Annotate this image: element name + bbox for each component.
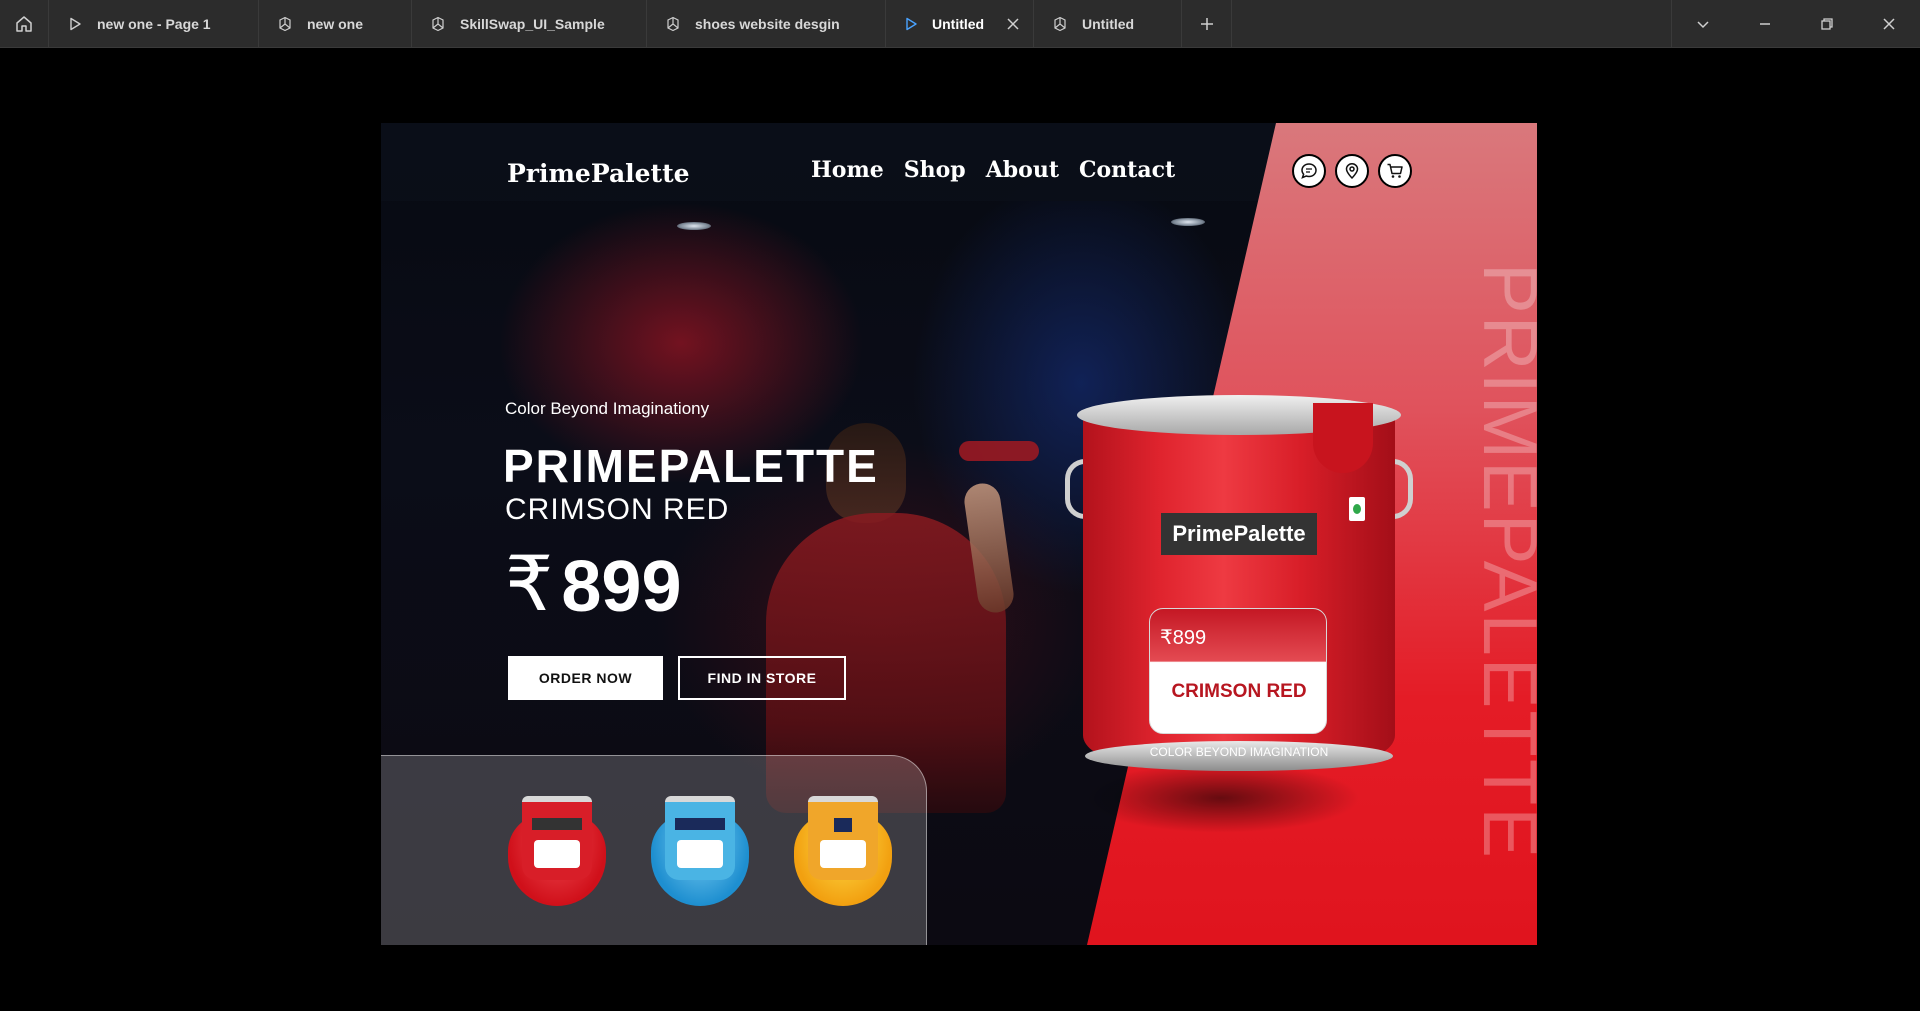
restore-icon xyxy=(1821,17,1833,30)
tab-new-one[interactable]: new one xyxy=(259,0,412,47)
tab-label: SkillSwap_UI_Sample xyxy=(460,15,605,32)
figma-file-icon xyxy=(277,16,293,32)
swatch-sunflower-yellow[interactable] xyxy=(794,796,892,908)
can-price: ₹899 xyxy=(1160,627,1207,649)
nav-contact[interactable]: Contact xyxy=(1079,157,1175,183)
tab-untitled[interactable]: Untitled xyxy=(1034,0,1182,47)
main-nav: Home Shop About Contact xyxy=(811,157,1175,183)
mini-label xyxy=(677,840,723,868)
cart-icon xyxy=(1387,163,1403,178)
minimize-icon xyxy=(1760,22,1770,25)
swatch-sky-blue[interactable] xyxy=(651,796,749,908)
tab-label: new one - Page 1 xyxy=(97,15,211,32)
nav-shop[interactable]: Shop xyxy=(904,157,966,183)
tab-label: new one xyxy=(307,15,364,32)
chat-button[interactable] xyxy=(1292,154,1326,188)
mini-label xyxy=(534,840,580,868)
close-icon[interactable] xyxy=(1006,16,1020,32)
tab-label: Untitled xyxy=(1082,15,1135,32)
mini-can-image xyxy=(808,796,878,880)
tab-label: Untitled xyxy=(932,15,985,32)
can-label: ₹899 CRIMSON RED xyxy=(1149,608,1327,734)
mini-can-image xyxy=(665,796,735,880)
tab-shoes-website-desgin[interactable]: shoes website desgin xyxy=(647,0,886,47)
tab-label: shoes website desgin xyxy=(695,15,840,32)
chat-icon xyxy=(1301,163,1317,179)
plus-icon xyxy=(1200,17,1213,30)
can-color-name: CRIMSON RED xyxy=(1171,681,1307,702)
restore-button[interactable] xyxy=(1796,0,1858,47)
location-pin-icon xyxy=(1345,163,1359,180)
titlebar-spacer xyxy=(1232,0,1671,47)
hero-subtitle: CRIMSON RED xyxy=(505,493,730,526)
ceiling-light xyxy=(677,222,711,230)
window-controls xyxy=(1671,0,1920,47)
figma-file-icon xyxy=(1052,16,1068,32)
close-icon xyxy=(1883,17,1895,30)
swatch-tray xyxy=(381,755,927,945)
rupee-symbol: ₹ xyxy=(505,542,554,627)
prototype-canvas: PRIMEPALETTE PrimePalette Home Shop Abou… xyxy=(0,49,1920,1011)
location-button[interactable] xyxy=(1335,154,1369,188)
home-icon xyxy=(16,15,32,32)
swatch-crimson-red[interactable] xyxy=(508,796,606,908)
play-icon xyxy=(67,16,83,32)
mini-label xyxy=(820,840,866,868)
title-bar: new one - Page 1 new one SkillSwap_UI_Sa… xyxy=(0,0,1920,48)
minimize-button[interactable] xyxy=(1734,0,1796,47)
vertical-watermark: PRIMEPALETTE xyxy=(1464,211,1538,911)
new-tab-button[interactable] xyxy=(1182,0,1232,47)
mini-brand xyxy=(834,818,852,832)
tab-untitled-active[interactable]: Untitled xyxy=(886,0,1034,47)
mini-brand xyxy=(532,818,582,830)
hero-price: ₹ 899 xyxy=(505,542,682,627)
site-logo[interactable]: PrimePalette xyxy=(507,159,690,188)
can-slogan: COLOR BEYOND IMAGINATION xyxy=(1149,745,1329,759)
nav-about[interactable]: About xyxy=(986,157,1059,183)
mini-can-image xyxy=(522,796,592,880)
cart-button[interactable] xyxy=(1378,154,1412,188)
hero-title: PRIMEPALETTE xyxy=(503,440,879,492)
close-window-button[interactable] xyxy=(1858,0,1920,47)
home-button[interactable] xyxy=(0,0,49,47)
can-brand-label: PrimePalette xyxy=(1161,513,1317,555)
tabs-menu-button[interactable] xyxy=(1672,0,1734,47)
find-in-store-button[interactable]: FIND IN STORE xyxy=(678,656,846,700)
mini-brand xyxy=(675,818,725,830)
tab-new-one-page-1[interactable]: new one - Page 1 xyxy=(49,0,259,47)
order-now-button[interactable]: ORDER NOW xyxy=(508,656,663,700)
ceiling-light xyxy=(1171,218,1205,226)
paint-drip xyxy=(1313,403,1373,473)
landing-page-frame: PRIMEPALETTE PrimePalette Home Shop Abou… xyxy=(381,123,1537,945)
tab-skillswap-ui-sample[interactable]: SkillSwap_UI_Sample xyxy=(412,0,647,47)
figma-file-icon xyxy=(665,16,681,32)
chevron-down-icon xyxy=(1697,20,1709,28)
watermark-text: PRIMEPALETTE xyxy=(1466,262,1538,860)
eco-mark-icon xyxy=(1349,497,1365,521)
nav-home[interactable]: Home xyxy=(811,157,884,183)
play-icon xyxy=(904,16,918,32)
figma-file-icon xyxy=(430,16,446,32)
paint-roller-image xyxy=(959,441,1039,461)
header-icons xyxy=(1292,154,1412,188)
price-value: 899 xyxy=(561,547,682,627)
paint-can-image: PrimePalette ₹899 CRIMSON RED COLOR BEYO… xyxy=(1065,395,1413,775)
hero-tagline: Color Beyond Imaginationy xyxy=(505,399,710,418)
